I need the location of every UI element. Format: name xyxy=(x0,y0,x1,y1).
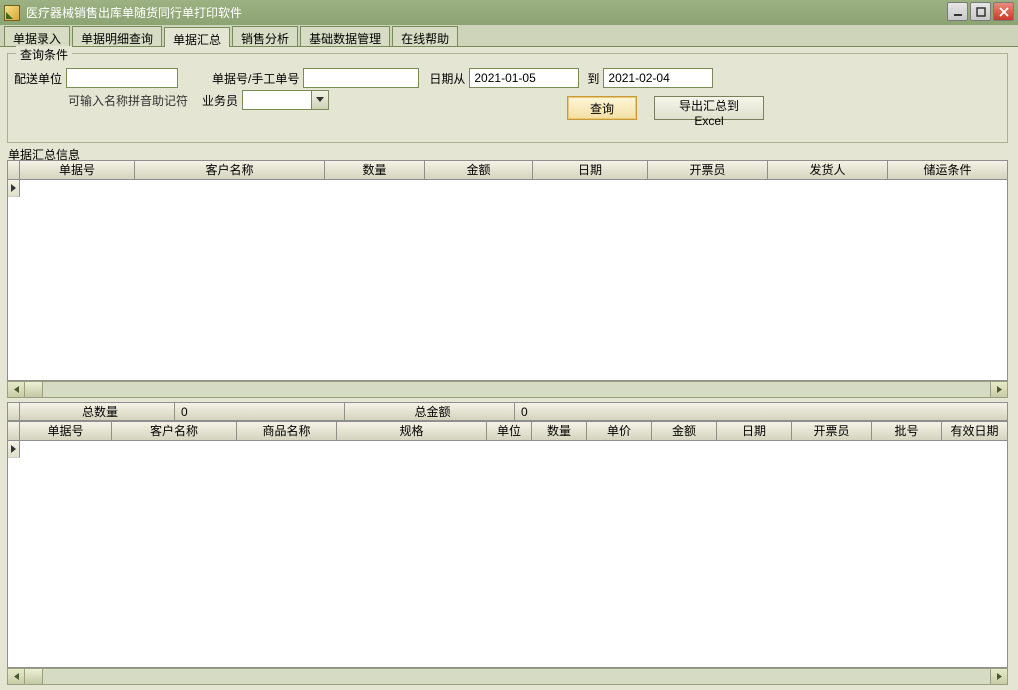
detail-col-spec[interactable]: 规格 xyxy=(337,422,487,440)
detail-col-batch[interactable]: 批号 xyxy=(872,422,942,440)
query-legend: 查询条件 xyxy=(16,46,72,63)
date-to-label: 到 xyxy=(587,70,599,87)
export-excel-button[interactable]: 导出汇总到Excel xyxy=(654,96,764,120)
summary-scroll-track[interactable] xyxy=(25,382,990,397)
salesman-dropdown-button[interactable] xyxy=(312,90,329,110)
summary-col-qty[interactable]: 数量 xyxy=(325,161,425,179)
summary-hscrollbar[interactable] xyxy=(7,381,1008,398)
app-title: 医疗器械销售出库单随货同行单打印软件 xyxy=(26,4,242,21)
query-row-1: 配送单位 单据号/手工单号 日期从 到 xyxy=(14,68,713,88)
chevron-down-icon xyxy=(316,97,324,103)
detail-col-amount[interactable]: 金额 xyxy=(652,422,717,440)
deliver-unit-label: 配送单位 xyxy=(14,70,62,87)
salesman-label: 业务员 xyxy=(202,92,238,109)
tab-bar: 单据录入 单据明细查询 单据汇总 销售分析 基础数据管理 在线帮助 xyxy=(0,25,1018,47)
summary-col-docno[interactable]: 单据号 xyxy=(20,161,135,179)
content-area: 查询条件 配送单位 单据号/手工单号 日期从 到 可输入名称拼音助记符 业务员 xyxy=(0,47,1018,690)
query-conditions-group: 查询条件 配送单位 单据号/手工单号 日期从 到 可输入名称拼音助记符 业务员 xyxy=(7,53,1008,143)
summary-col-date[interactable]: 日期 xyxy=(533,161,648,179)
summary-row-indicator xyxy=(8,180,20,197)
detail-col-date[interactable]: 日期 xyxy=(717,422,792,440)
date-to-input[interactable] xyxy=(603,68,713,88)
totals-row: 总数量 0 总金额 0 xyxy=(7,402,1008,421)
total-amount-label: 总金额 xyxy=(345,403,515,420)
detail-col-expiry[interactable]: 有效日期 xyxy=(942,422,1007,440)
tab-help[interactable]: 在线帮助 xyxy=(392,26,458,46)
docno-input[interactable] xyxy=(303,68,419,88)
total-qty-value: 0 xyxy=(175,403,345,420)
detail-grid[interactable]: 单据号 客户名称 商品名称 规格 单位 数量 单价 金额 日期 开票员 批号 有… xyxy=(7,421,1008,668)
summary-col-transport[interactable]: 储运条件 xyxy=(888,161,1007,179)
triangle-left-icon xyxy=(13,673,20,680)
triangle-right-icon xyxy=(996,386,1003,393)
date-from-input[interactable] xyxy=(469,68,579,88)
detail-col-docno[interactable]: 单据号 xyxy=(20,422,112,440)
close-icon xyxy=(999,7,1009,17)
detail-scroll-track[interactable] xyxy=(25,669,990,684)
summary-col-amount[interactable]: 金额 xyxy=(425,161,533,179)
close-button[interactable] xyxy=(993,2,1014,21)
summary-grid-body[interactable] xyxy=(8,180,1007,380)
detail-hscrollbar[interactable] xyxy=(7,668,1008,685)
total-qty-label: 总数量 xyxy=(20,403,175,420)
minimize-icon xyxy=(953,7,963,17)
summary-scroll-left[interactable] xyxy=(8,382,25,397)
detail-grid-body[interactable] xyxy=(8,441,1007,667)
date-from-label: 日期从 xyxy=(429,70,465,87)
tab-base-data[interactable]: 基础数据管理 xyxy=(300,26,390,46)
summary-grid[interactable]: 单据号 客户名称 数量 金额 日期 开票员 发货人 储运条件 xyxy=(7,160,1008,381)
query-row-2: 可输入名称拼音助记符 业务员 xyxy=(14,90,329,110)
detail-scroll-left[interactable] xyxy=(8,669,25,684)
detail-col-price[interactable]: 单价 xyxy=(587,422,652,440)
tab-detail-query[interactable]: 单据明细查询 xyxy=(72,26,162,46)
deliver-unit-hint: 可输入名称拼音助记符 xyxy=(68,92,188,109)
detail-scroll-thumb[interactable] xyxy=(25,669,43,684)
maximize-icon xyxy=(976,7,986,17)
triangle-left-icon xyxy=(13,386,20,393)
detail-col-qty[interactable]: 数量 xyxy=(532,422,587,440)
title-bar: 医疗器械销售出库单随货同行单打印软件 xyxy=(0,0,1018,25)
summary-col-customer[interactable]: 客户名称 xyxy=(135,161,325,179)
detail-grid-header: 单据号 客户名称 商品名称 规格 单位 数量 单价 金额 日期 开票员 批号 有… xyxy=(8,422,1007,441)
window-controls xyxy=(947,2,1014,21)
tab-summary[interactable]: 单据汇总 xyxy=(164,27,230,47)
detail-scroll-right[interactable] xyxy=(990,669,1007,684)
tab-sales-analysis[interactable]: 销售分析 xyxy=(232,26,298,46)
summary-scroll-right[interactable] xyxy=(990,382,1007,397)
detail-indicator-header xyxy=(8,422,20,440)
query-button[interactable]: 查询 xyxy=(567,96,637,120)
total-amount-value: 0 xyxy=(515,403,1007,420)
summary-grid-header: 单据号 客户名称 数量 金额 日期 开票员 发货人 储运条件 xyxy=(8,161,1007,180)
detail-col-customer[interactable]: 客户名称 xyxy=(112,422,237,440)
deliver-unit-input[interactable] xyxy=(66,68,178,88)
app-icon xyxy=(4,5,20,21)
salesman-input[interactable] xyxy=(242,90,312,110)
detail-col-issuer[interactable]: 开票员 xyxy=(792,422,872,440)
summary-indicator-header xyxy=(8,161,20,179)
detail-col-unit[interactable]: 单位 xyxy=(487,422,532,440)
triangle-right-icon xyxy=(996,673,1003,680)
detail-row-indicator xyxy=(8,441,20,458)
summary-col-shipper[interactable]: 发货人 xyxy=(768,161,888,179)
minimize-button[interactable] xyxy=(947,2,968,21)
summary-scroll-thumb[interactable] xyxy=(25,382,43,397)
tab-entry[interactable]: 单据录入 xyxy=(4,26,70,46)
docno-label: 单据号/手工单号 xyxy=(212,70,299,87)
salesman-combo[interactable] xyxy=(242,90,329,110)
maximize-button[interactable] xyxy=(970,2,991,21)
detail-col-product[interactable]: 商品名称 xyxy=(237,422,337,440)
summary-col-issuer[interactable]: 开票员 xyxy=(648,161,768,179)
